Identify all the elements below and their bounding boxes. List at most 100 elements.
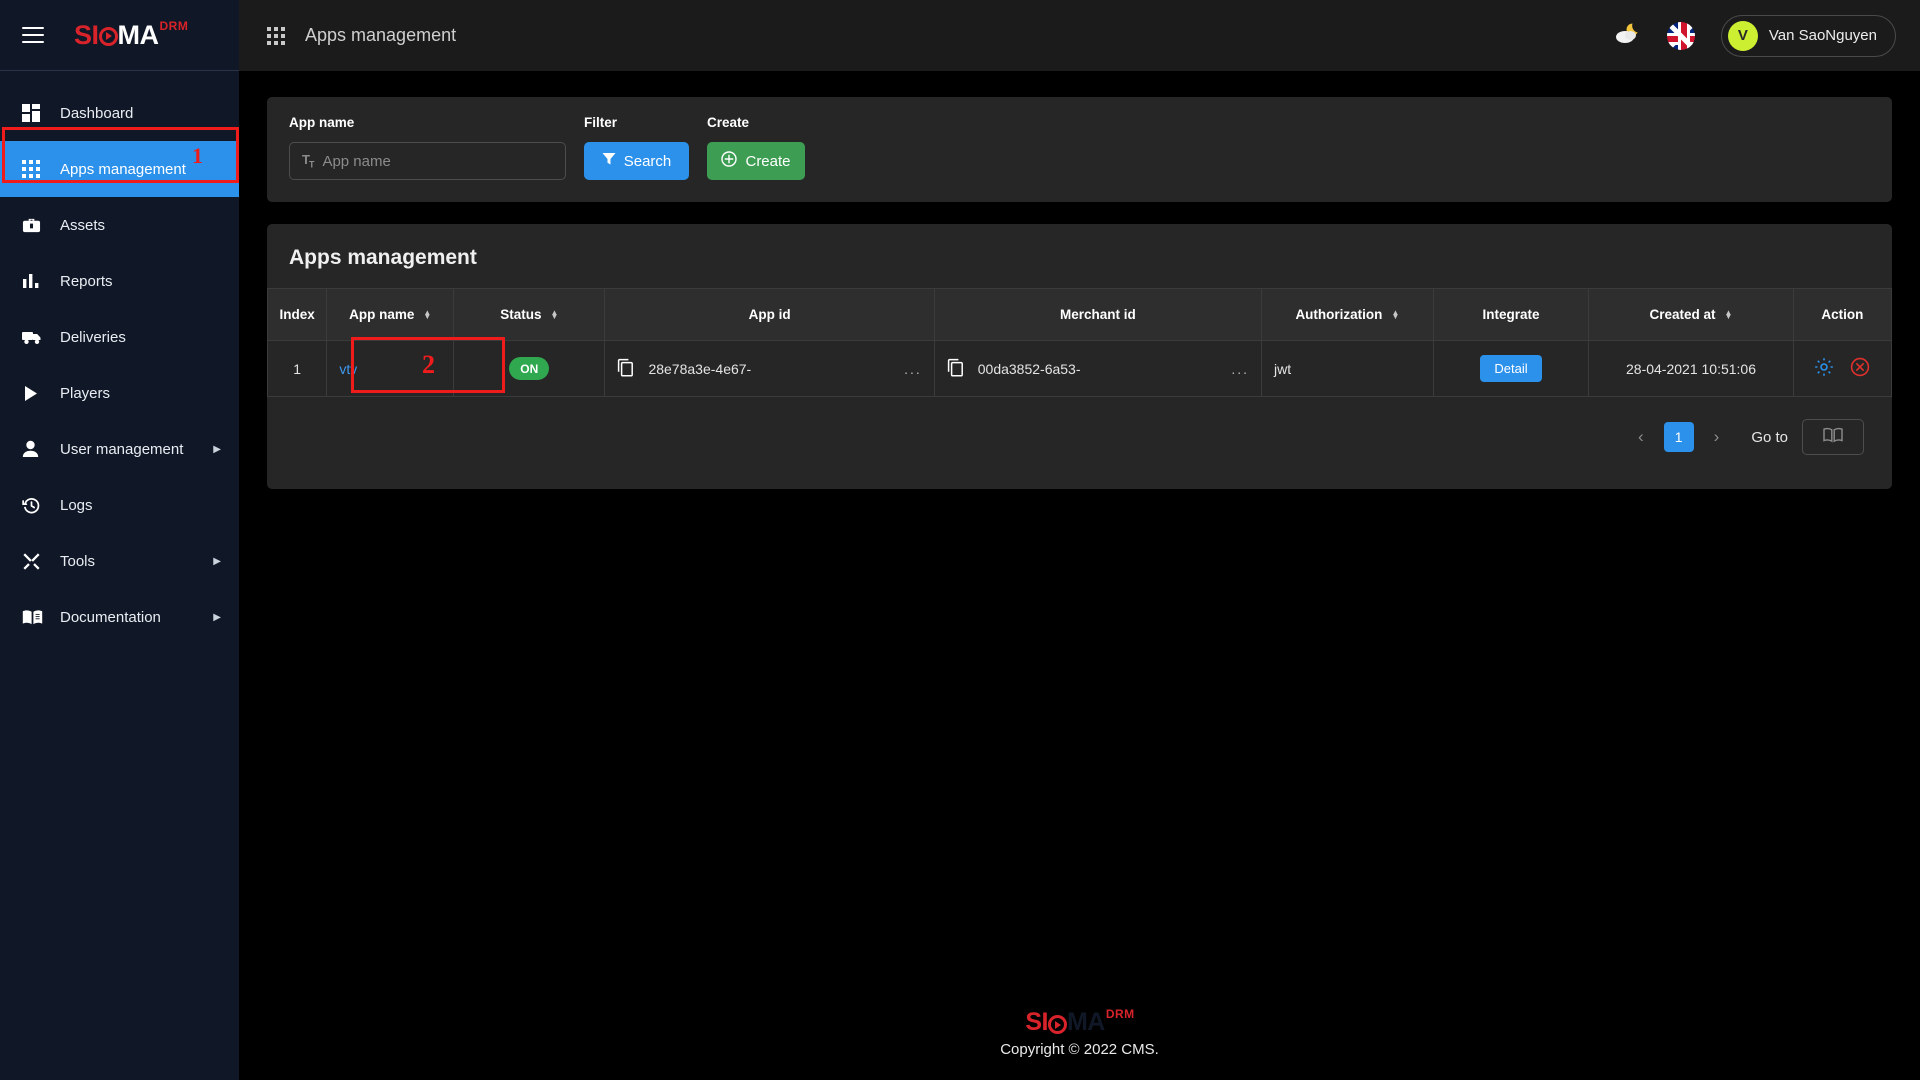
sidebar-item-dashboard[interactable]: Dashboard [0,85,239,141]
sort-arrows-icon[interactable]: ▲ ▼ [423,308,431,320]
chevron-right-icon[interactable]: › [1708,427,1726,447]
moon-cloud-icon[interactable] [1613,21,1641,50]
chevron-right-icon: ▶ [213,611,221,623]
create-button-label: Create [745,152,791,170]
delete-circle-icon[interactable] [1850,357,1870,380]
avatar: V [1727,20,1758,51]
column-header-action: Action [1792,288,1893,341]
create-field-group: Create Create [707,115,805,180]
sidebar-item-logs[interactable]: Logs [0,477,239,533]
hamburger-menu-icon[interactable] [22,27,44,43]
goto-input[interactable] [1802,419,1864,455]
content: App name TT App name Filter Search Creat… [239,71,1920,489]
sigma-drm-logo: SI MA DRM [74,18,189,50]
search-input-placeholder: App name [322,152,391,170]
apps-grid-icon[interactable] [267,26,285,45]
sort-arrows-icon[interactable]: ▲ ▼ [1725,308,1733,320]
user-menu[interactable]: V Van SaoNguyen [1720,14,1896,57]
column-header-authorization[interactable]: Authorization ▲ ▼ [1261,288,1434,341]
table-head: Index App name ▲ ▼ Status ▲ ▼ App id Mer… [266,288,1893,341]
tools-icon [22,552,52,571]
sidebar-item-label: Assets [60,216,106,234]
column-label: Integrate [1482,307,1540,322]
apps-table-panel: Apps management Index App name ▲ ▼ Statu… [266,224,1893,489]
search-button[interactable]: Search [584,142,689,180]
apps-table: Index App name ▲ ▼ Status ▲ ▼ App id Mer… [266,288,1893,397]
main-area: Apps management V Van SaoNguyen App name… [239,0,1920,1080]
app-id-overflow: ... [904,360,922,377]
sidebar-item-label: Tools [60,552,96,570]
create-label: Create [707,115,750,130]
logo-ma-text: MA [117,19,160,50]
logo-ma-text: MA [1066,1008,1105,1036]
sidebar: SI MA DRM Dashboard Apps management Asse… [0,0,239,1080]
user-icon [22,440,52,458]
truck-icon [22,329,52,346]
sidebar-item-label: Logs [60,496,93,514]
merchant-id-value: 00da3852-6a53- [977,360,1081,377]
page-number-1[interactable]: 1 [1663,422,1694,452]
sidebar-item-documentation[interactable]: Documentation ▶ [0,589,239,645]
footer-sigma-drm-logo: SI MA DRM [1025,1007,1134,1036]
annotation-label-2: 2 [422,350,435,379]
copy-icon[interactable] [617,358,634,380]
text-format-icon: TT [302,152,314,170]
sort-arrows-icon[interactable]: ▲ ▼ [1391,308,1399,320]
app-name-link[interactable]: vtv [339,361,357,377]
sidebar-item-user-management[interactable]: User management ▶ [0,421,239,477]
sidebar-item-label: Apps management [60,160,186,178]
column-header-status[interactable]: Status ▲ ▼ [453,288,606,341]
chevron-left-icon[interactable]: ‹ [1632,427,1650,447]
gear-icon[interactable] [1814,357,1834,380]
search-button-label: Search [623,152,672,170]
history-clock-icon [22,496,52,515]
cell-authorization: jwt [1261,340,1434,397]
detail-button[interactable]: Detail [1480,355,1542,382]
footer: SI MA DRM Copyright © 2022 CMS. [239,1007,1920,1080]
column-label: Action [1821,307,1864,322]
topbar: Apps management V Van SaoNguyen [239,0,1920,71]
merchant-id-overflow: ... [1231,360,1249,377]
column-label: Merchant id [1059,307,1136,322]
app-name-label: App name [289,115,355,130]
chevron-right-icon: ▶ [213,555,221,567]
plus-circle-icon [721,151,738,171]
sidebar-item-assets[interactable]: Assets [0,197,239,253]
copy-icon[interactable] [947,358,964,380]
book-icon [1823,427,1843,448]
column-header-app-name[interactable]: App name ▲ ▼ [326,288,455,341]
page-title: Apps management [305,25,457,45]
status-badge[interactable]: ON [509,357,550,380]
table-body: 1 vtv ON 28e78a3e-4e67- ... 00da3852-6a5… [266,340,1893,397]
search-input[interactable]: TT App name [289,142,566,180]
column-header-index: Index [266,288,328,341]
logo-drm-text: DRM [159,18,189,33]
filter-label: Filter [584,115,618,130]
uk-flag-icon[interactable] [1666,21,1695,50]
logo-si-text: SI [1025,1008,1048,1036]
column-header-created-at[interactable]: Created at ▲ ▼ [1588,288,1794,341]
sidebar-item-apps-management[interactable]: Apps management [0,141,239,197]
column-label: App id [748,307,791,322]
funnel-icon [602,152,616,170]
sidebar-item-players[interactable]: Players [0,365,239,421]
sidebar-item-label: User management [60,440,184,458]
cell-integrate: Detail [1432,340,1590,397]
dashboard-icon [22,103,52,123]
sidebar-item-deliveries[interactable]: Deliveries [0,309,239,365]
sidebar-item-tools[interactable]: Tools ▶ [0,533,239,589]
filter-panel: App name TT App name Filter Search Creat… [267,97,1892,202]
column-label: App name [349,307,415,322]
sort-arrows-icon[interactable]: ▲ ▼ [550,308,558,320]
table-title: Apps management [289,246,477,269]
annotation-label-1: 1 [192,143,203,168]
sidebar-item-reports[interactable]: Reports [0,253,239,309]
chevron-right-icon: ▶ [213,443,221,455]
table-header-row: Index App name ▲ ▼ Status ▲ ▼ App id Mer… [266,288,1893,341]
create-button[interactable]: Create [707,142,805,180]
cell-merchant-id: 00da3852-6a53- ... [933,340,1263,397]
sidebar-item-label: Dashboard [60,104,134,122]
briefcase-icon [22,216,52,235]
copyright-text: Copyright © 2022 CMS. [1000,1041,1159,1058]
column-label: Authorization [1295,307,1383,322]
